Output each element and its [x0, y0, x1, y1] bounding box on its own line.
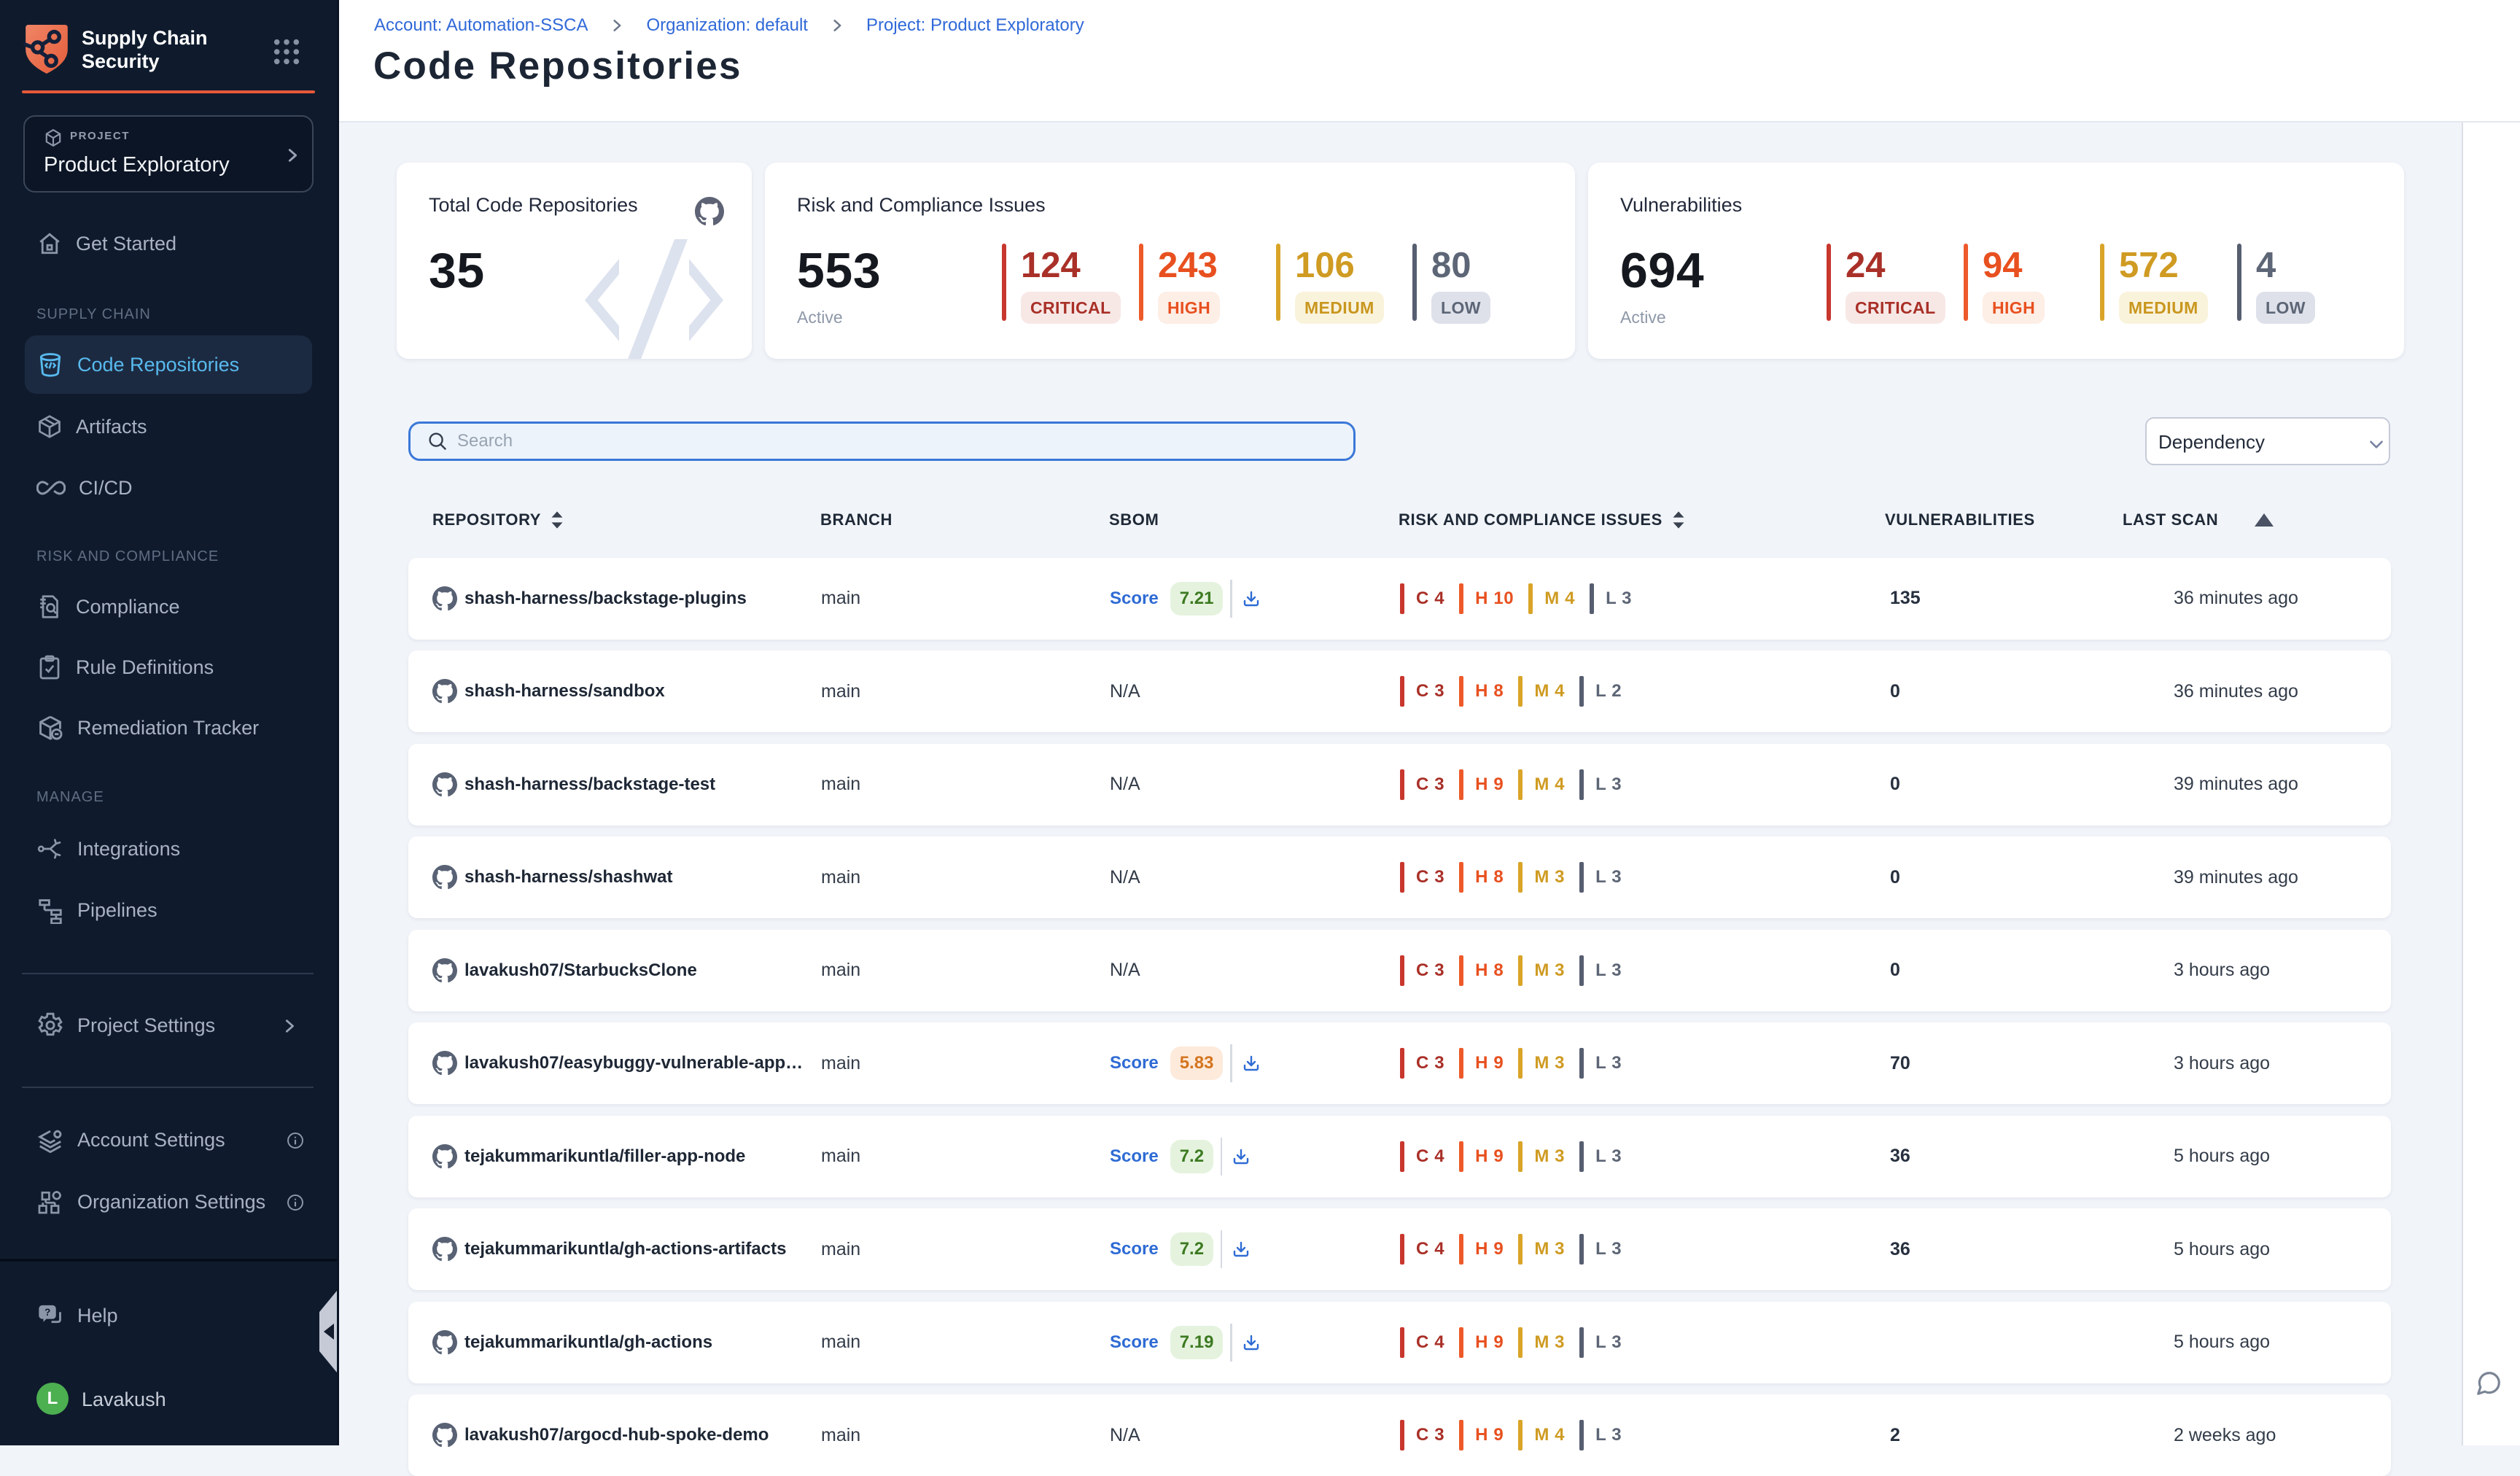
- svg-text:?: ?: [44, 1307, 50, 1318]
